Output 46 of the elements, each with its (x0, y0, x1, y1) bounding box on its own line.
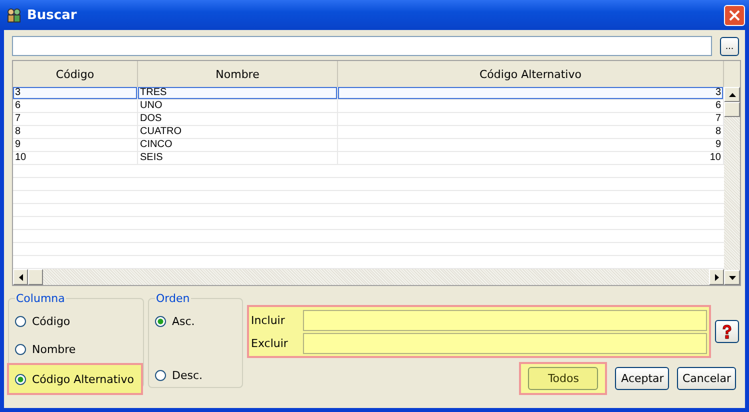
down-arrow-icon (728, 276, 736, 280)
table-cell: CUATRO (138, 126, 338, 139)
field-label: Excluir (250, 337, 289, 350)
browse-button[interactable]: ... (720, 36, 739, 56)
group-title: Columna (15, 292, 66, 305)
table-cell: CINCO (138, 139, 338, 152)
table-cell: 6 (338, 100, 724, 113)
close-button[interactable] (724, 4, 745, 26)
table-cell: 8 (338, 126, 724, 139)
field-label: Incluir (250, 314, 286, 327)
scroll-thumb[interactable] (28, 269, 43, 285)
table-cell: DOS (138, 113, 338, 126)
radio-option[interactable]: Código Alternativo (9, 365, 141, 393)
dialog-button[interactable]: Aceptar (615, 367, 670, 390)
table-cell: 7 (338, 113, 724, 126)
table-cell: 7 (13, 113, 138, 126)
people-icon (6, 7, 22, 23)
vertical-scrollbar[interactable] (724, 61, 740, 285)
table-cell: 9 (13, 139, 138, 152)
radio-option[interactable]: Asc. (155, 309, 236, 333)
dialog-button[interactable]: Cancelar (677, 367, 736, 390)
filter-field[interactable] (303, 333, 707, 354)
table-cell: 3 (338, 87, 724, 100)
table-cell: 9 (338, 139, 724, 152)
table-cell: 8 (13, 126, 138, 139)
table-cell: 6 (13, 100, 138, 113)
right-arrow-icon (714, 274, 718, 280)
scroll-thumb[interactable] (724, 102, 740, 117)
search-field[interactable] (12, 36, 712, 56)
table-cell: 3 (13, 87, 138, 100)
up-arrow-icon (728, 92, 736, 96)
filter-field[interactable] (303, 310, 707, 331)
left-arrow-icon (18, 274, 22, 280)
radio-option[interactable]: Desc. (155, 363, 236, 387)
column-header[interactable]: Nombre (138, 61, 338, 87)
table-cell: TRES (138, 87, 338, 100)
horizontal-scrollbar[interactable] (13, 269, 724, 285)
radio-option[interactable]: Código (15, 309, 137, 333)
window-title: Buscar (27, 8, 78, 22)
group-title: Orden (155, 292, 191, 305)
radio-option[interactable]: Nombre (15, 337, 137, 361)
dialog-button[interactable]: Todos (528, 367, 598, 390)
help-button[interactable] (715, 320, 739, 343)
table-cell: UNO (138, 100, 338, 113)
column-header[interactable]: Código (13, 61, 138, 87)
close-icon (729, 10, 740, 20)
